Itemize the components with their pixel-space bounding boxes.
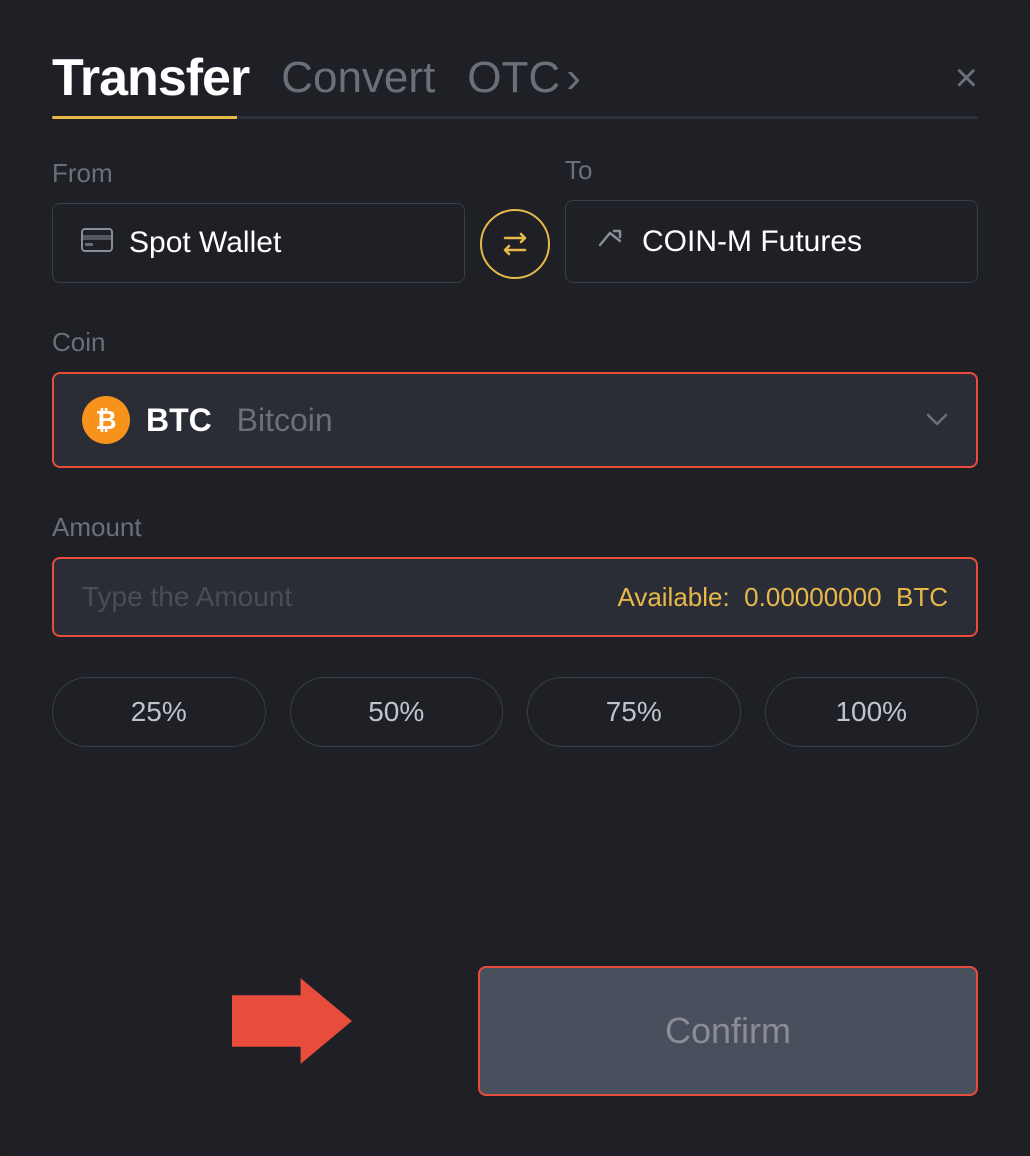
available-balance: Available: 0.00000000 BTC <box>617 582 948 613</box>
tab-otc[interactable]: OTC › <box>467 53 581 103</box>
to-block: To COIN-M Futures <box>565 155 978 283</box>
from-label: From <box>52 158 465 189</box>
coin-selector[interactable]: ₿ BTC Bitcoin <box>52 372 978 468</box>
chevron-down-icon <box>926 407 948 433</box>
confirm-button[interactable]: Confirm <box>478 966 978 1096</box>
modal-header: Transfer Convert OTC › × <box>52 48 978 108</box>
arrow-indicator <box>232 971 352 1076</box>
to-wallet-name: COIN-M Futures <box>642 225 862 259</box>
futures-icon <box>594 223 626 260</box>
from-block: From Spot Wallet <box>52 158 465 283</box>
pct-50-button[interactable]: 50% <box>290 677 504 747</box>
modal-container: Transfer Convert OTC › × From <box>0 0 1030 1156</box>
to-label: To <box>565 155 978 186</box>
tab-convert[interactable]: Convert <box>281 53 435 103</box>
from-to-section: From Spot Wallet <box>52 155 978 283</box>
amount-input[interactable]: Type the Amount <box>82 581 292 613</box>
from-wallet-name: Spot Wallet <box>129 226 281 260</box>
from-wallet-selector[interactable]: Spot Wallet <box>52 203 465 283</box>
to-wallet-selector[interactable]: COIN-M Futures <box>565 200 978 283</box>
amount-section: Amount Type the Amount Available: 0.0000… <box>52 512 978 637</box>
pct-100-button[interactable]: 100% <box>765 677 979 747</box>
btc-icon: ₿ <box>82 396 130 444</box>
pct-25-button[interactable]: 25% <box>52 677 266 747</box>
amount-box: Type the Amount Available: 0.00000000 BT… <box>52 557 978 637</box>
swap-button-wrapper <box>465 209 565 283</box>
tab-underline <box>52 116 978 119</box>
wallet-icon <box>81 228 113 259</box>
swap-button[interactable] <box>480 209 550 279</box>
bottom-area: Confirm <box>52 926 978 1096</box>
coin-section: Coin ₿ BTC Bitcoin <box>52 327 978 468</box>
close-button[interactable]: × <box>955 58 978 98</box>
amount-label: Amount <box>52 512 978 543</box>
coin-symbol: BTC <box>146 402 212 439</box>
percentage-row: 25% 50% 75% 100% <box>52 677 978 747</box>
coin-name: Bitcoin <box>228 402 333 439</box>
coin-label: Coin <box>52 327 978 358</box>
tab-transfer[interactable]: Transfer <box>52 48 249 108</box>
pct-75-button[interactable]: 75% <box>527 677 741 747</box>
